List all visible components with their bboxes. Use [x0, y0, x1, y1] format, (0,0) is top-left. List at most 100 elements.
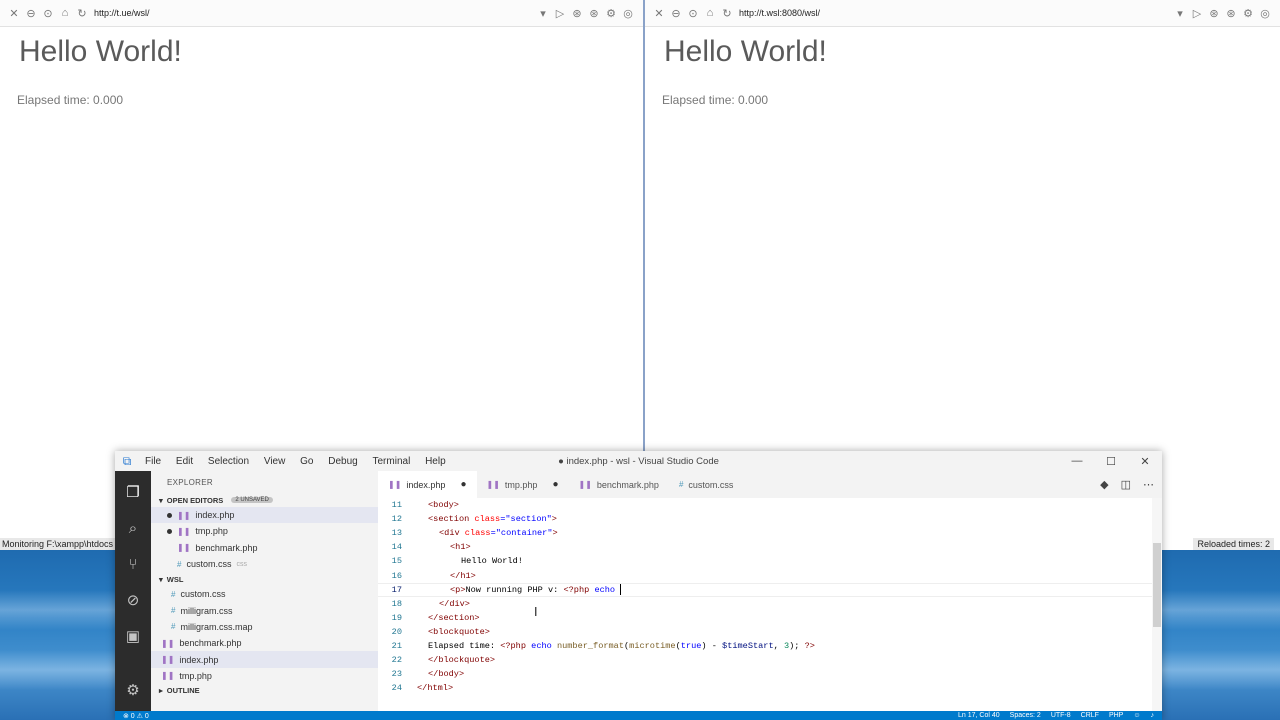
- settings-icon[interactable]: ⊛: [569, 5, 585, 21]
- code-text: <div class="container">: [408, 528, 558, 538]
- folder-file-item[interactable]: ❚❚ index.php: [151, 651, 378, 668]
- line-number: 11: [391, 500, 402, 511]
- folder-file-item[interactable]: # custom.css: [151, 586, 378, 602]
- code-token: ?>: [804, 640, 815, 651]
- menu-debug[interactable]: Debug: [328, 456, 357, 467]
- close-icon[interactable]: ✕: [651, 5, 667, 21]
- extensions-icon[interactable]: ▣: [122, 625, 144, 647]
- folder-file-item[interactable]: ❚❚ tmp.php: [151, 668, 378, 684]
- encoding[interactable]: UTF-8: [1051, 712, 1071, 719]
- dropdown-icon[interactable]: ▾: [1172, 5, 1188, 21]
- cursor-position[interactable]: Ln 17, Col 40: [958, 712, 1000, 719]
- modified-dot-icon[interactable]: ●: [552, 479, 558, 490]
- maximize-button[interactable]: ☐: [1094, 455, 1128, 468]
- gear-icon[interactable]: ⚙: [122, 679, 144, 701]
- browser-toolbar: ✕ ⊖ ⊙ ⌂ ↻ http://t.ue/wsl/ ▾ ▷ ⊛ ⊛ ⚙ ◎: [0, 0, 643, 27]
- code-token: Elapsed time:: [428, 640, 501, 651]
- back-icon[interactable]: ⊖: [23, 5, 39, 21]
- file-ext: css: [236, 560, 247, 568]
- open-editor-item[interactable]: ❚❚ index.php: [151, 507, 378, 524]
- open-editor-item[interactable]: ❚❚ tmp.php: [151, 523, 378, 539]
- code-text: <h1>: [408, 542, 471, 552]
- search-icon[interactable]: ⌕: [122, 517, 144, 539]
- code-line: 12 <section class="section">: [378, 512, 1162, 526]
- menu-edit[interactable]: Edit: [176, 456, 193, 467]
- menu-view[interactable]: View: [264, 456, 286, 467]
- open-editor-item[interactable]: ❚❚ benchmark.php: [151, 540, 378, 556]
- source-control-icon[interactable]: ⑂: [122, 553, 144, 575]
- php-icon: ❚❚: [578, 480, 592, 489]
- tab-label: tmp.php: [504, 479, 538, 490]
- gear-icon[interactable]: ⚙: [603, 5, 619, 21]
- play-icon[interactable]: ▷: [1189, 5, 1205, 21]
- settings-icon[interactable]: ⊛: [1206, 5, 1222, 21]
- folder-file-item[interactable]: # milligram.css: [151, 602, 378, 618]
- settings-icon[interactable]: ⊛: [1223, 5, 1239, 21]
- page-title: Hello World!: [19, 35, 182, 68]
- back-icon[interactable]: ✕: [6, 5, 22, 21]
- bell-icon[interactable]: ♪: [1151, 712, 1155, 719]
- folder-file-item[interactable]: ❚❚ benchmark.php: [151, 635, 378, 651]
- code-editor[interactable]: 11 <body> 12 <section class="section"> 13 <…: [378, 498, 1162, 711]
- file-name: tmp.php: [179, 670, 212, 681]
- scrollbar-thumb[interactable]: [1153, 543, 1161, 627]
- close-button[interactable]: ✕: [1128, 455, 1162, 468]
- dropdown-icon[interactable]: ▾: [535, 5, 551, 21]
- code-token: class: [474, 514, 501, 525]
- play-icon[interactable]: ▷: [552, 5, 568, 21]
- explorer-icon[interactable]: ❐: [122, 481, 144, 503]
- vscode-window: ⧉ File Edit Selection View Go Debug Term…: [115, 451, 1162, 720]
- settings-icon[interactable]: ⊛: [586, 5, 602, 21]
- debug-icon[interactable]: ⊘: [122, 589, 144, 611]
- explorer-header: EXPLORER: [167, 477, 213, 487]
- address-bar[interactable]: http://t.wsl:8080/wsl/: [739, 8, 820, 18]
- open-editors-section[interactable]: ▾ OPEN EDITORS 2 UNSAVED: [151, 493, 378, 507]
- problems-indicator[interactable]: ⊗ 0 ⚠ 0: [123, 712, 149, 720]
- minimize-button[interactable]: —: [1060, 455, 1094, 468]
- reload-icon[interactable]: ↻: [74, 5, 90, 21]
- php-icon: ❚❚: [161, 638, 175, 648]
- tab-tmp-php[interactable]: ❚❚ tmp.php ●: [477, 471, 569, 498]
- feedback-icon[interactable]: ☺: [1133, 712, 1140, 719]
- ibeam-cursor-icon: I: [534, 605, 538, 619]
- php-icon: ❚❚: [161, 655, 175, 665]
- menu-go[interactable]: Go: [300, 456, 313, 467]
- forward-icon[interactable]: ⊙: [40, 5, 56, 21]
- modified-dot-icon[interactable]: ●: [460, 479, 466, 490]
- tab-benchmark-php[interactable]: ❚❚ benchmark.php: [568, 471, 668, 498]
- more-actions-icon[interactable]: ⋯: [1143, 478, 1154, 491]
- open-editor-item[interactable]: # custom.css css: [151, 556, 378, 572]
- unsaved-badge: 2 UNSAVED: [231, 497, 273, 503]
- menu-icon[interactable]: ◎: [620, 5, 636, 21]
- gear-icon[interactable]: ⚙: [1240, 5, 1256, 21]
- code-text: </div>: [408, 599, 470, 609]
- split-editor-icon[interactable]: ◫: [1121, 478, 1131, 491]
- language-mode[interactable]: PHP: [1109, 712, 1123, 719]
- open-changes-icon[interactable]: ◆: [1100, 478, 1108, 491]
- address-bar[interactable]: http://t.ue/wsl/: [94, 8, 150, 18]
- line-ending[interactable]: CRLF: [1081, 712, 1099, 719]
- tab-index-php[interactable]: ❚❚ index.php ●: [378, 471, 477, 498]
- back-icon[interactable]: ⊖: [668, 5, 684, 21]
- folder-file-item[interactable]: # milligram.css.map: [151, 619, 378, 635]
- menu-file[interactable]: File: [145, 456, 161, 467]
- home-icon[interactable]: ⌂: [57, 5, 73, 21]
- php-icon: ❚❚: [388, 480, 402, 489]
- tab-custom-css[interactable]: # custom.css: [669, 471, 743, 498]
- home-icon[interactable]: ⌂: [702, 5, 718, 21]
- menu-terminal[interactable]: Terminal: [373, 456, 411, 467]
- reload-icon[interactable]: ↻: [719, 5, 735, 21]
- line-number: 12: [391, 514, 402, 525]
- page-title: Hello World!: [664, 35, 827, 68]
- folder-section[interactable]: ▾ WSL: [151, 572, 378, 586]
- forward-icon[interactable]: ⊙: [685, 5, 701, 21]
- code-token: ="section": [500, 514, 552, 525]
- menu-help[interactable]: Help: [425, 456, 446, 467]
- code-token: </blockquote>: [428, 655, 496, 666]
- menu-icon[interactable]: ◎: [1257, 5, 1273, 21]
- indentation[interactable]: Spaces: 2: [1010, 712, 1041, 719]
- outline-section[interactable]: ▸ OUTLINE: [151, 684, 378, 698]
- editor-scrollbar[interactable]: [1152, 498, 1162, 711]
- code-line: 15 Hello World!: [378, 554, 1162, 568]
- menu-selection[interactable]: Selection: [208, 456, 249, 467]
